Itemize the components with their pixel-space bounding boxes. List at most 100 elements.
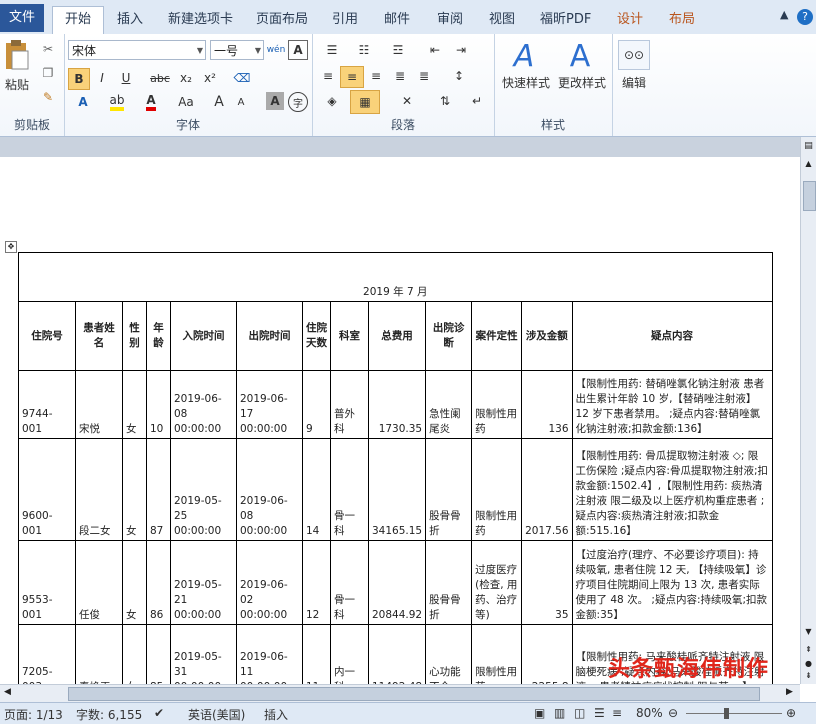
enclose-char-button[interactable]: 字	[288, 92, 308, 112]
scroll-up-icon[interactable]: ▲	[803, 159, 814, 171]
format-painter-icon[interactable]: ✎	[38, 88, 58, 106]
quick-styles-button[interactable]: 快速样式	[498, 74, 554, 90]
superscript-button[interactable]: x²	[200, 68, 220, 88]
align-center-icon[interactable]: ≡	[340, 66, 364, 88]
prev-page-icon[interactable]: ⇞	[803, 645, 814, 657]
paste-button[interactable]: 粘贴	[2, 76, 32, 92]
vertical-scrollbar[interactable]: ▤ ▲ ▼ ⇞ ● ⇟	[800, 137, 816, 684]
page-count[interactable]: 页面: 1/13	[4, 706, 63, 723]
change-case-button[interactable]: Aa	[170, 92, 202, 112]
font-name-select[interactable]: 宋体 ▼	[68, 40, 206, 60]
web-layout-icon[interactable]: ◫	[574, 706, 585, 720]
underline-button[interactable]: U	[116, 68, 136, 88]
zoom-level[interactable]: 80%	[636, 706, 663, 720]
scroll-right-icon[interactable]: ▶	[786, 687, 793, 697]
table-cell: 9744-001	[18, 370, 76, 439]
shrink-font-button[interactable]: A	[232, 92, 250, 112]
tab-mailings[interactable]: 邮件	[384, 8, 410, 27]
edit-button[interactable]: 编辑	[614, 74, 654, 90]
chinese-layout-icon[interactable]: ✕	[394, 90, 420, 112]
font-size-select[interactable]: 一号 ▼	[210, 40, 264, 60]
char-border-button[interactable]: A	[288, 40, 308, 60]
tab-insert[interactable]: 插入	[117, 8, 143, 27]
change-styles-button[interactable]: 更改样式	[554, 74, 610, 90]
phonetic-guide-button[interactable]: wén	[266, 40, 286, 60]
bullets-icon[interactable]: ☰	[318, 40, 346, 60]
language[interactable]: 英语(美国)	[188, 706, 245, 723]
tab-home[interactable]: 开始	[52, 6, 104, 36]
outline-icon[interactable]: ☰	[594, 706, 605, 720]
paste-icon[interactable]	[2, 38, 30, 72]
insert-mode[interactable]: 插入	[264, 706, 288, 723]
table-cell: 段二女	[75, 438, 123, 541]
subscript-button[interactable]: x₂	[176, 68, 196, 88]
zoom-slider-thumb[interactable]	[724, 708, 729, 719]
tab-page-layout[interactable]: 页面布局	[256, 8, 308, 27]
decrease-indent-icon[interactable]: ⇤	[424, 40, 446, 60]
line-spacing-icon[interactable]: ↕	[446, 66, 472, 86]
increase-indent-icon[interactable]: ⇥	[450, 40, 472, 60]
scroll-down-icon[interactable]: ▼	[803, 627, 814, 639]
quick-styles-icon[interactable]: A	[506, 38, 542, 74]
align-right-icon[interactable]: ≡	[366, 66, 386, 86]
tab-view[interactable]: 视图	[489, 8, 515, 27]
sort-icon[interactable]: ⇅	[434, 90, 456, 112]
chevron-down-icon: ▼	[254, 46, 261, 55]
shading-icon[interactable]: ◈	[318, 90, 346, 112]
table-cell: 限制性用药	[471, 370, 523, 439]
tab-file[interactable]: 文件	[0, 4, 44, 32]
header-cell: 患者姓名	[75, 301, 123, 371]
justify-icon[interactable]: ≣	[390, 66, 410, 86]
help-icon[interactable]: ?	[797, 9, 813, 25]
highlight-icon[interactable]: ab	[102, 92, 132, 112]
zoom-in-icon[interactable]: ⊕	[786, 706, 796, 720]
multilevel-list-icon[interactable]: ☲	[384, 40, 412, 60]
table-cell: 股骨骨折	[425, 540, 473, 625]
italic-button[interactable]: I	[92, 68, 112, 88]
tab-new[interactable]: 新建选项卡	[168, 8, 233, 27]
table-cell: 女	[122, 624, 147, 684]
strikethrough-button[interactable]: abc	[148, 68, 172, 88]
tab-review[interactable]: 审阅	[437, 8, 463, 27]
grow-font-button[interactable]: A	[210, 92, 228, 112]
edit-group: ⊙⊙ 编辑	[612, 34, 656, 136]
tab-foxit-pdf[interactable]: 福昕PDF	[540, 8, 591, 27]
distributed-icon[interactable]: ≣	[414, 66, 434, 86]
table-cell: 14	[302, 438, 331, 541]
text-effects-icon[interactable]: A	[68, 92, 98, 112]
horizontal-scrollbar[interactable]: ◀ ▶	[0, 684, 800, 703]
tab-table-layout[interactable]: 布局	[669, 8, 695, 27]
change-styles-icon[interactable]: A	[562, 38, 598, 74]
proofing-icon[interactable]: ✔	[154, 706, 164, 720]
word-count[interactable]: 字数: 6,155	[76, 706, 142, 723]
next-page-icon[interactable]: ⇟	[803, 671, 814, 683]
tab-references[interactable]: 引用	[332, 8, 358, 27]
numbering-icon[interactable]: ☷	[350, 40, 378, 60]
table-move-handle-icon[interactable]: ✥	[5, 241, 17, 253]
scroll-left-icon[interactable]: ◀	[4, 687, 11, 697]
binoculars-icon[interactable]: ⊙⊙	[618, 40, 650, 70]
font-color-icon[interactable]: A	[136, 92, 166, 112]
table-row: 9553-001 任俊女 86 2019-05-21 00:00:00 2019-06-…	[18, 540, 773, 625]
tab-design[interactable]: 设计	[617, 8, 643, 27]
zoom-out-icon[interactable]: ⊖	[668, 706, 678, 720]
cut-icon[interactable]: ✂	[38, 40, 58, 58]
borders-icon[interactable]: ▦	[350, 90, 380, 114]
clear-format-icon[interactable]: ⌫	[232, 68, 252, 88]
zoom-slider[interactable]	[686, 713, 782, 714]
bold-button[interactable]: B	[68, 68, 90, 90]
ruler-toggle-icon[interactable]: ▤	[803, 141, 814, 155]
table-cell: 普外科	[330, 370, 369, 439]
browse-object-icon[interactable]: ●	[803, 659, 814, 669]
char-shading-button[interactable]: A	[266, 92, 284, 110]
show-marks-icon[interactable]: ↵	[466, 90, 488, 112]
table-cell: 限制性用药	[471, 624, 523, 684]
print-layout-icon[interactable]: ▣	[534, 706, 545, 720]
hscroll-thumb[interactable]	[68, 687, 760, 701]
scroll-thumb[interactable]	[803, 181, 816, 211]
minimize-ribbon-icon[interactable]: ▲	[780, 8, 788, 21]
copy-icon[interactable]: ❐	[38, 64, 58, 82]
draft-icon[interactable]: ≡	[612, 706, 622, 720]
full-screen-icon[interactable]: ▥	[554, 706, 565, 720]
align-left-icon[interactable]: ≡	[318, 66, 338, 86]
